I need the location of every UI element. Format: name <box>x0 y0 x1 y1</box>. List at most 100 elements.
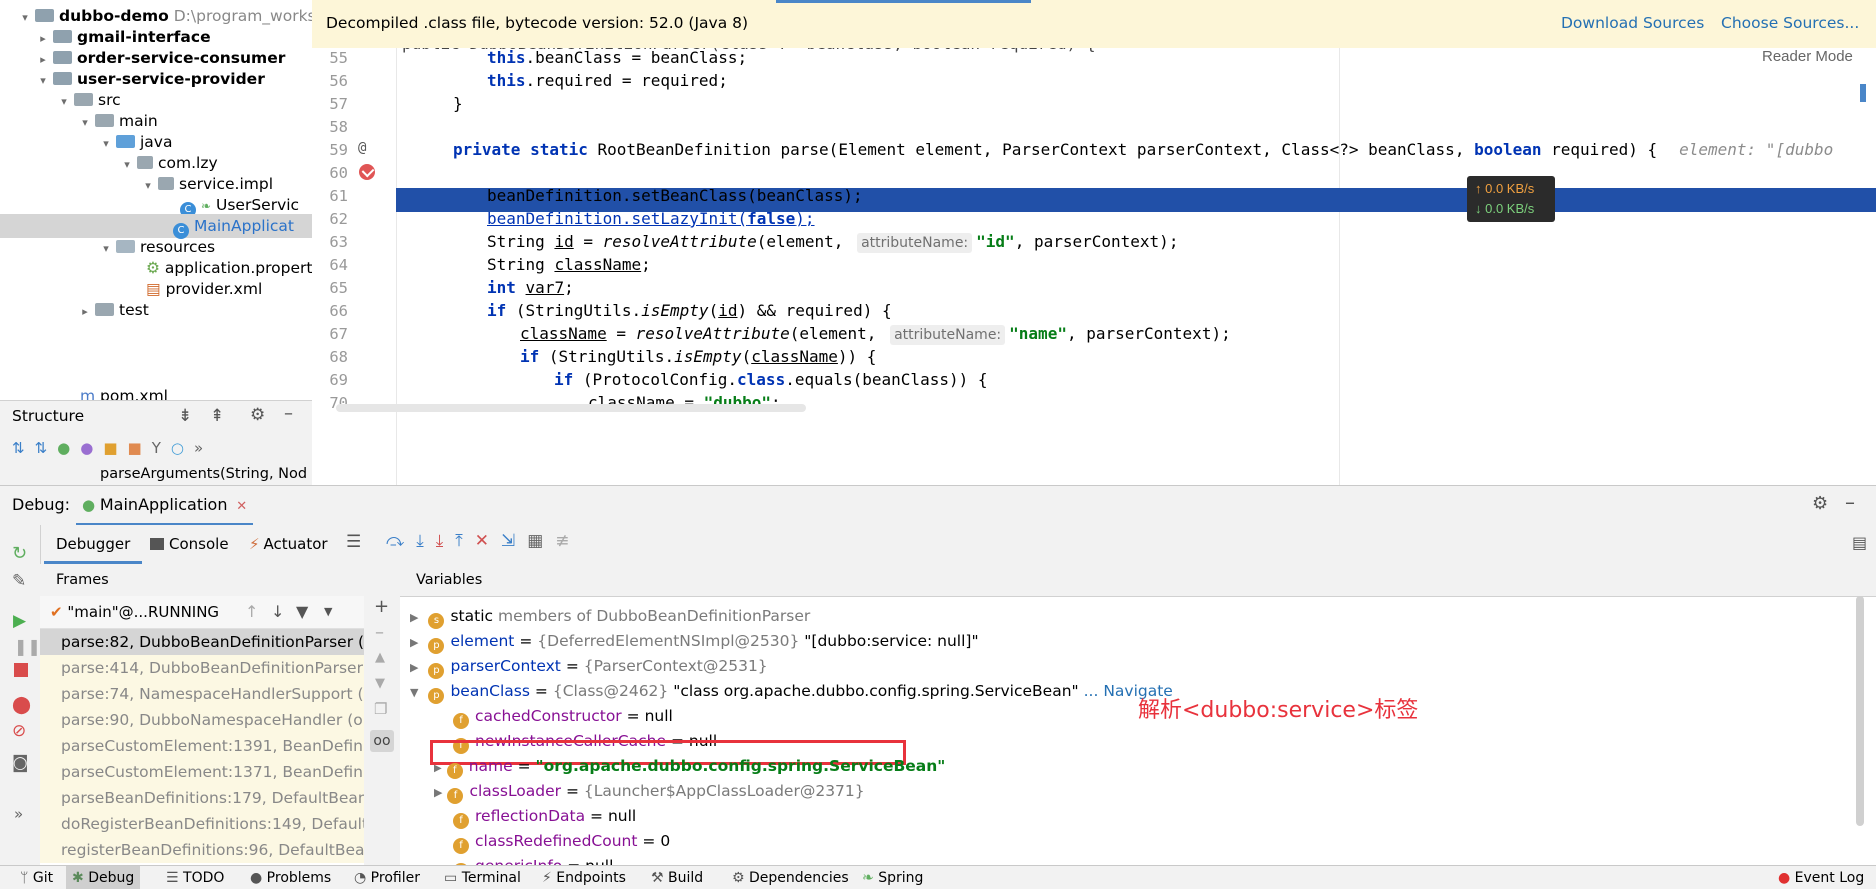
tab-actuator[interactable]: ⚡ Actuator <box>249 535 328 553</box>
code-editor[interactable]: public DubboBeanDefinitionParser(Class<?… <box>312 48 1876 485</box>
frame-row[interactable]: parse:90, DubboNamespaceHandler (org. <box>40 707 364 733</box>
vertical-scrollbar[interactable] <box>1856 596 1864 826</box>
chevron-right-icon[interactable]: ▶ <box>410 661 418 674</box>
lock-icon[interactable]: ■ <box>128 439 152 457</box>
frame-row[interactable]: parse:74, NamespaceHandlerSupport (or <box>40 681 364 707</box>
structure-row[interactable]: parseArguments(String, Nod <box>100 467 312 485</box>
arrow-up-icon[interactable]: ↑ <box>245 602 258 621</box>
var-row-classredefinedcount[interactable]: f classRedefinedCount = 0 <box>453 829 670 854</box>
step-over-icon[interactable]: ⤼ <box>386 531 416 551</box>
anonymous-icon[interactable]: Y <box>152 439 171 457</box>
inherited-icon[interactable]: ● <box>57 439 80 457</box>
tool-debug[interactable]: ✱ Debug <box>66 866 141 889</box>
step-out-icon[interactable]: ⤒ <box>455 531 475 551</box>
pause-icon[interactable]: ❚❚ <box>14 637 41 656</box>
filter-icon[interactable]: ▼ <box>296 602 308 621</box>
download-sources-link[interactable]: Download Sources <box>1561 14 1704 32</box>
move-up-icon[interactable]: ▲ <box>375 650 385 665</box>
tool-spring[interactable]: ❧ Spring <box>862 868 923 888</box>
resume-icon[interactable]: ▶ <box>13 611 26 631</box>
collapse-all-icon[interactable]: ⇞ <box>210 406 224 426</box>
choose-sources-link[interactable]: Choose Sources... <box>1721 14 1859 32</box>
drop-frame-icon[interactable]: ✕ <box>475 531 501 551</box>
tool-todo[interactable]: ☰ TODO <box>166 868 224 888</box>
var-row-name[interactable]: ▶ f name = "org.apache.dubbo.config.spring… <box>434 754 945 779</box>
move-down-icon[interactable]: ▼ <box>375 676 385 691</box>
tool-endpoints[interactable]: ⚡ Endpoints <box>542 868 626 888</box>
var-row-beanclass[interactable]: ▼ p beanClass = {Class@2462} "class org.ap… <box>410 679 1173 704</box>
frame-row[interactable]: parseCustomElement:1391, BeanDefinitio <box>40 733 364 759</box>
tool-terminal[interactable]: ▭ Terminal <box>444 868 521 888</box>
restore-layout-icon[interactable]: ▤ <box>1852 533 1867 552</box>
tab-console[interactable]: Console <box>150 535 229 553</box>
thread-selector[interactable]: ✔ "main"@...RUNNING ↑ ↓ ▼ ▼ <box>40 596 364 629</box>
expand-all-icon[interactable]: ⇟ <box>178 406 192 426</box>
var-row-genericinfo[interactable]: fgenericInfo = null <box>453 854 613 865</box>
frame-row[interactable]: parseCustomElement:1371, BeanDefinitio <box>40 759 364 785</box>
arrow-down-icon[interactable]: ↓ <box>271 602 284 621</box>
tree-item-provider-xml[interactable]: ▤ provider.xml <box>146 277 262 301</box>
view-breakpoints-icon[interactable]: ⬤ <box>12 695 31 715</box>
chevron-down-icon[interactable]: ▾ <box>141 174 155 198</box>
chevron-down-icon[interactable]: ▾ <box>120 153 134 177</box>
tree-item-pom-xml[interactable]: m pom.xml <box>80 384 168 400</box>
var-row-static[interactable]: ▶ s static members of DubboBeanDefinitionP… <box>410 604 810 629</box>
evaluate-icon[interactable]: ▦ <box>527 531 555 551</box>
chevron-right-icon[interactable]: ▶ <box>410 636 418 649</box>
fields-icon[interactable]: ■ <box>103 439 127 457</box>
remove-watch-icon[interactable]: – <box>375 622 384 643</box>
var-row-reflectiondata[interactable]: f reflectionData = null <box>453 804 636 829</box>
tool-problems[interactable]: ● Problems <box>250 868 331 888</box>
tool-event-log[interactable]: ● Event Log <box>1778 868 1864 888</box>
tree-item-test[interactable]: ▸ test <box>78 298 149 322</box>
tab-debugger[interactable]: Debugger <box>44 525 143 564</box>
chevron-right-icon[interactable]: ▸ <box>78 300 92 324</box>
chevron-down-icon[interactable]: ▾ <box>36 69 50 93</box>
var-row-parsercontext[interactable]: ▶ p parserContext = {ParserContext@2531} <box>410 654 768 679</box>
tool-git[interactable]: ᛘ Git <box>20 868 53 888</box>
lambda-icon[interactable]: ○ <box>171 439 194 457</box>
tool-build[interactable]: ⚒ Build <box>651 868 703 888</box>
chevron-down-icon[interactable]: ▾ <box>78 111 92 135</box>
mute-breakpoints-icon[interactable]: ⊘ <box>12 721 26 741</box>
minimize-icon[interactable]: – <box>284 403 293 424</box>
chevron-down-icon[interactable]: ▾ <box>99 237 113 261</box>
thread-dropdown[interactable]: ✔ "main"@...RUNNING <box>50 603 219 621</box>
minimize-icon[interactable]: – <box>1845 490 1855 514</box>
tool-dependencies[interactable]: ⚙ Dependencies <box>732 868 849 888</box>
force-step-into-icon[interactable]: ⤓ <box>436 531 456 551</box>
show-watches-icon[interactable]: oo <box>370 730 394 752</box>
sort-alpha-icon[interactable]: ⇅ <box>12 439 35 457</box>
more-icon[interactable]: » <box>14 805 23 823</box>
chevron-down-icon[interactable]: ▼ <box>324 605 332 618</box>
trace-icon[interactable]: ≢ <box>555 531 581 551</box>
frame-row[interactable]: doRegisterBeanDefinitions:149, DefaultBe <box>40 811 364 837</box>
more-icon[interactable]: » <box>194 439 213 457</box>
add-watch-icon[interactable]: + <box>374 596 389 617</box>
gear-icon[interactable]: ⚙ <box>1812 493 1828 514</box>
chevron-down-icon[interactable]: ▾ <box>57 90 71 114</box>
frame-row[interactable]: registerBeanDefinitions:96, DefaultBeanD… <box>40 837 364 863</box>
frame-row[interactable]: parse:414, DubboBeanDefinitionParser (o <box>40 655 364 681</box>
debug-session-tab[interactable]: ● MainApplication ✕ <box>76 486 254 526</box>
duplicate-icon[interactable]: ❐ <box>374 700 387 718</box>
var-row-classloader[interactable]: ▶ f classLoader = {Launcher$AppClassLoader… <box>434 779 865 804</box>
frame-row[interactable]: parseBeanDefinitions:179, DefaultBeanDef <box>40 785 364 811</box>
run-to-cursor-icon[interactable]: ⇲ <box>501 531 527 551</box>
chevron-down-icon[interactable]: ▾ <box>18 6 32 30</box>
step-into-icon[interactable]: ⤓ <box>416 531 436 551</box>
gear-icon[interactable]: ⚙ <box>250 405 265 425</box>
tool-profiler[interactable]: ◔ Profiler <box>354 868 420 888</box>
layout-menu-icon[interactable]: ☰ <box>346 532 361 552</box>
var-row-cachedconstructor[interactable]: f cachedConstructor = null <box>453 704 673 729</box>
camera-icon[interactable]: ◙ <box>12 753 29 773</box>
chevron-down-icon[interactable]: ▾ <box>99 132 113 156</box>
properties-icon[interactable]: ● <box>80 439 103 457</box>
sort-visibility-icon[interactable]: ⇅ <box>35 439 58 457</box>
chevron-right-icon[interactable]: ▶ <box>434 763 442 774</box>
close-icon[interactable]: ✕ <box>236 499 247 514</box>
var-row-element[interactable]: ▶ p element = {DeferredElementNSImpl@2530}… <box>410 629 979 654</box>
chevron-right-icon[interactable]: ▶ <box>434 786 442 799</box>
frame-row[interactable]: parse:82, DubboBeanDefinitionParser (org <box>40 629 364 655</box>
wrench-icon[interactable]: ✎ <box>12 571 26 591</box>
